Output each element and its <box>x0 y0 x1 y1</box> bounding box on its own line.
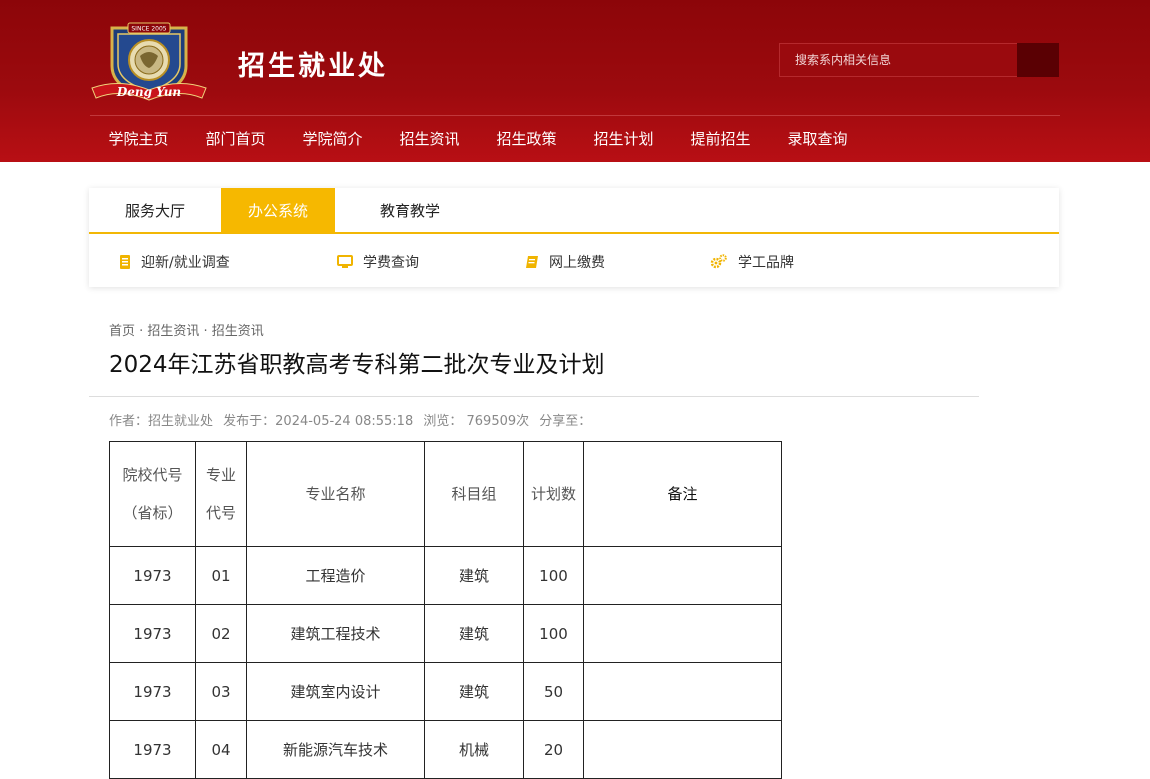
search-box <box>779 43 1059 77</box>
title-divider <box>89 396 979 397</box>
cell-plan-count: 100 <box>523 546 584 605</box>
cell-remark <box>583 662 782 721</box>
header-major-code-line2: 代号 <box>205 504 236 522</box>
header-major-code-line1: 专业 <box>205 466 236 484</box>
nav-item-department[interactable]: 部门首页 <box>187 116 284 162</box>
tab-service-hall[interactable]: 服务大厅 <box>89 188 221 233</box>
article-title: 2024年江苏省职教高考专科第二批次专业及计划 <box>109 352 605 378</box>
header-major-code: 专业 代号 <box>195 441 247 547</box>
service-links: 迎新/就业调查 学费查询 网上缴费 学工品牌 <box>89 236 1059 287</box>
tab-education[interactable]: 教育教学 <box>355 188 465 233</box>
meta-author: 作者：招生就业处 <box>109 414 214 429</box>
meta-share[interactable]: 分享至： <box>539 414 591 429</box>
nav-item-early[interactable]: 提前招生 <box>672 116 769 162</box>
cell-major-name: 建筑工程技术 <box>246 604 425 663</box>
header-subject-group: 科目组 <box>424 441 524 547</box>
link-tuition-query[interactable]: 学费查询 <box>337 236 419 287</box>
cell-subject-group: 建筑 <box>424 604 524 663</box>
monitor-icon <box>337 254 353 268</box>
header-school-code: 院校代号 （省标） <box>109 441 196 547</box>
site-title: 招生就业处 <box>238 51 388 82</box>
header-school-code-line2: （省标） <box>122 504 183 522</box>
link-student-brand-label: 学工品牌 <box>738 254 794 271</box>
link-online-payment[interactable]: 网上缴费 <box>525 236 605 287</box>
cell-school-code: 1973 <box>109 604 196 663</box>
nav-item-about[interactable]: 学院简介 <box>284 116 381 162</box>
tab-office-system[interactable]: 办公系统 <box>221 188 335 233</box>
article-meta: 作者：招生就业处 发布于：2024-05-24 08:55:18 浏览： 769… <box>109 410 597 429</box>
cell-subject-group: 建筑 <box>424 546 524 605</box>
document-icon <box>120 254 130 269</box>
gears-icon <box>710 253 727 268</box>
nav-item-plan[interactable]: 招生计划 <box>575 116 672 162</box>
cell-major-code: 03 <box>195 662 247 721</box>
cell-school-code: 1973 <box>109 662 196 721</box>
cell-major-name: 工程造价 <box>246 546 425 605</box>
book-icon <box>526 255 538 268</box>
cell-plan-count: 50 <box>523 662 584 721</box>
cell-remark <box>583 604 782 663</box>
svg-text:Deng Yun: Deng Yun <box>116 85 181 99</box>
header-remark: 备注 <box>583 441 782 547</box>
site-header: SINCE 2005 Deng Yun 招生就业处 学院主页 部门首页 学院简介… <box>0 0 1150 162</box>
meta-views: 浏览： 769509次 <box>423 414 530 429</box>
header-plan-count: 计划数 <box>523 441 584 547</box>
link-student-brand[interactable]: 学工品牌 <box>710 236 794 287</box>
cell-remark <box>583 546 782 605</box>
svg-text:SINCE 2005: SINCE 2005 <box>131 26 166 33</box>
link-online-payment-label: 网上缴费 <box>549 254 605 271</box>
cell-major-name: 建筑室内设计 <box>246 662 425 721</box>
nav-item-admission-query[interactable]: 录取查询 <box>769 116 866 162</box>
search-button[interactable] <box>1017 43 1059 77</box>
header-major-name: 专业名称 <box>246 441 425 547</box>
nav-item-policy[interactable]: 招生政策 <box>478 116 575 162</box>
meta-published: 发布于：2024-05-24 08:55:18 <box>223 414 414 429</box>
table-header-row: 院校代号 （省标） 专业 代号 专业名称 科目组 计划数 备注 <box>109 441 782 547</box>
plan-table: 院校代号 （省标） 专业 代号 专业名称 科目组 计划数 备注 1973 01 … <box>109 441 782 779</box>
cell-subject-group: 建筑 <box>424 662 524 721</box>
table-row: 1973 03 建筑室内设计 建筑 50 <box>109 662 782 721</box>
service-tabs: 服务大厅 办公系统 教育教学 <box>89 188 1059 234</box>
cell-plan-count: 100 <box>523 604 584 663</box>
link-survey[interactable]: 迎新/就业调查 <box>119 236 230 287</box>
breadcrumb[interactable]: 首页 · 招生资讯 · 招生资讯 <box>109 320 264 339</box>
link-tuition-query-label: 学费查询 <box>363 254 419 271</box>
table-row: 1973 01 工程造价 建筑 100 <box>109 546 782 605</box>
nav-item-home[interactable]: 学院主页 <box>90 116 187 162</box>
header-school-code-line1: 院校代号 <box>122 466 183 484</box>
cell-major-code: 01 <box>195 546 247 605</box>
nav-item-news[interactable]: 招生资讯 <box>381 116 478 162</box>
cell-major-code: 02 <box>195 604 247 663</box>
college-logo[interactable]: SINCE 2005 Deng Yun <box>90 18 208 102</box>
table-row: 1973 02 建筑工程技术 建筑 100 <box>109 604 782 663</box>
main-nav: 学院主页 部门首页 学院简介 招生资讯 招生政策 招生计划 提前招生 录取查询 <box>90 116 866 162</box>
service-panel: 服务大厅 办公系统 教育教学 迎新/就业调查 学费查询 网上缴费 学工品牌 <box>89 188 1059 287</box>
link-survey-label: 迎新/就业调查 <box>141 254 230 271</box>
cell-school-code: 1973 <box>109 546 196 605</box>
search-input[interactable] <box>779 43 1017 77</box>
